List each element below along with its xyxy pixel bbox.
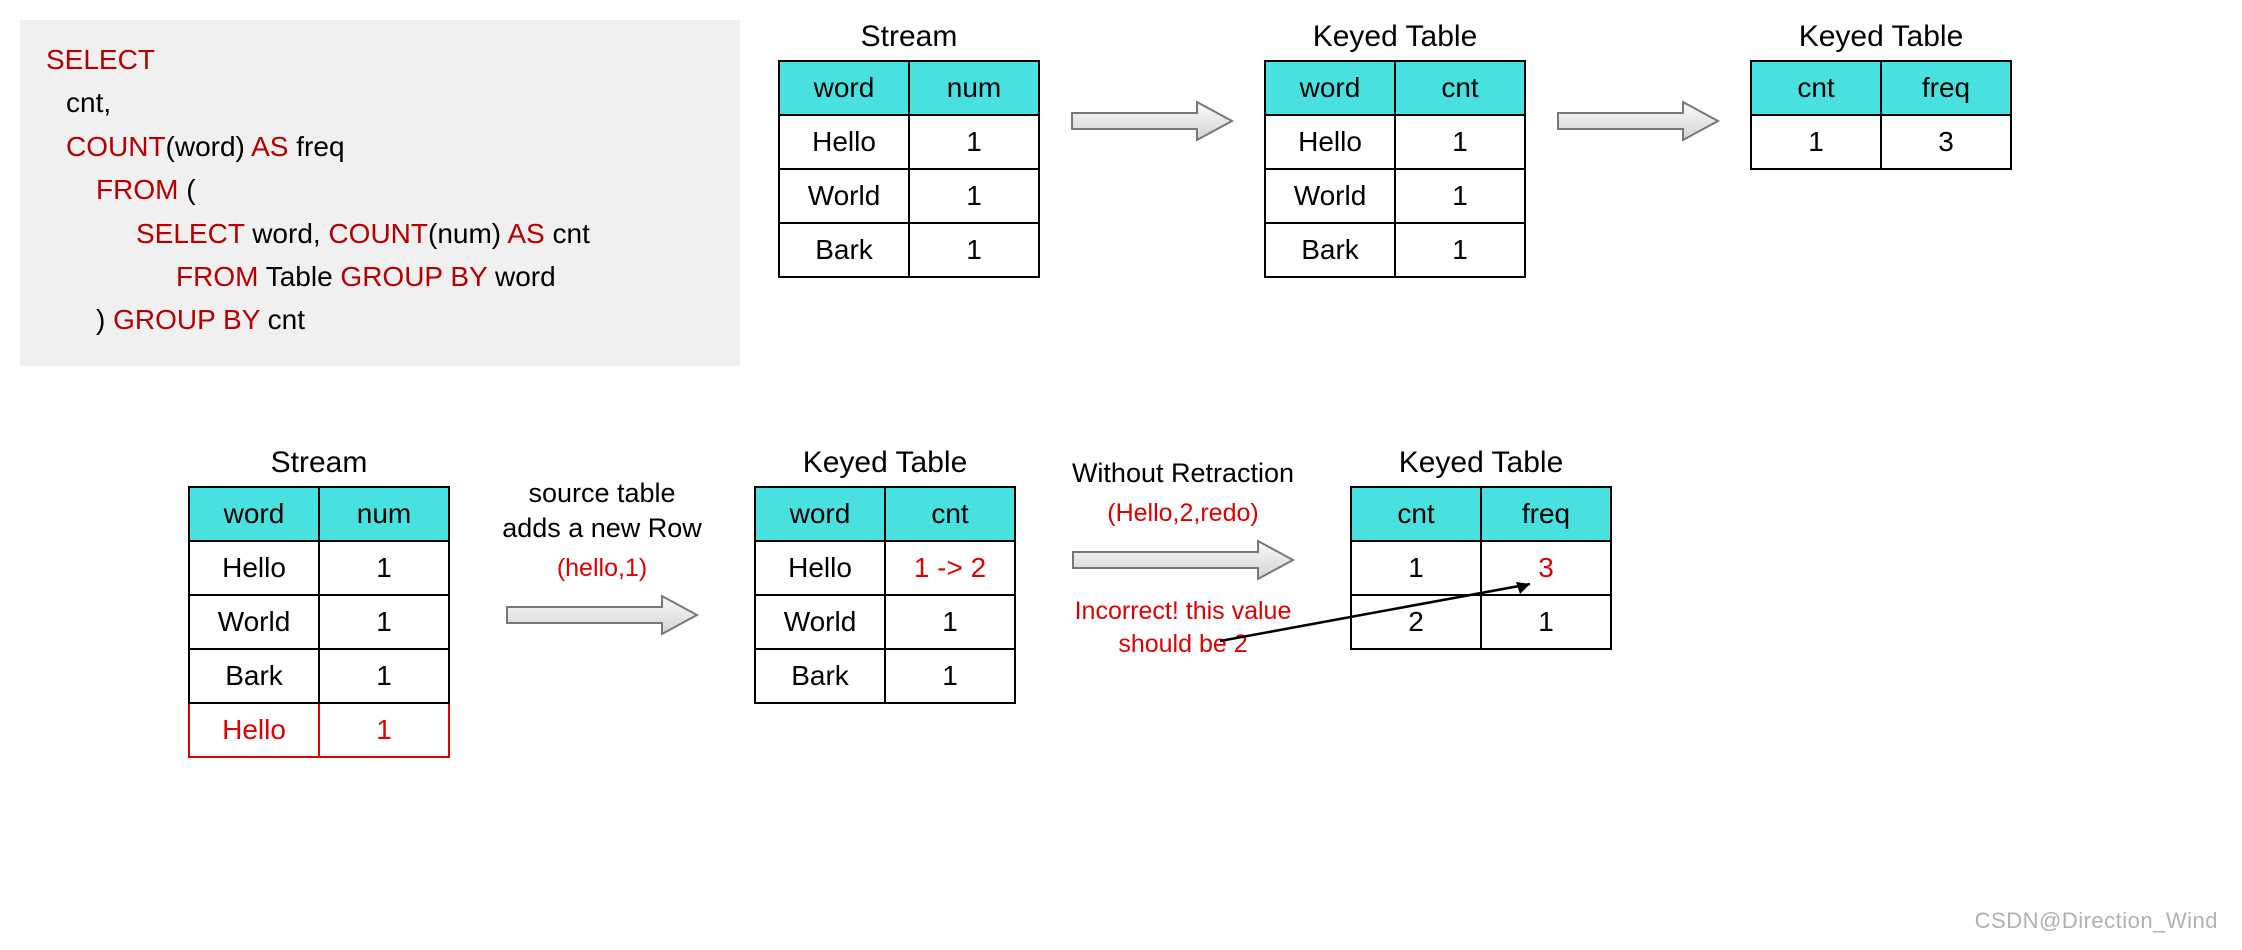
- table-title: Stream: [271, 446, 368, 480]
- sql-text: cnt,: [66, 87, 111, 118]
- sql-text: cnt: [260, 304, 305, 335]
- bottom-stream-table: Stream wordnum Hello1 World1 Bark1 Hello…: [188, 446, 450, 758]
- sql-kw: SELECT: [46, 44, 155, 75]
- col-header: cnt: [1751, 61, 1881, 115]
- sql-kw: FROM: [96, 174, 178, 205]
- flow-arrow: [1548, 20, 1728, 152]
- data-table: wordcnt Hello1 -> 2 World1 Bark1: [754, 486, 1016, 704]
- top-keyed2-table: Keyed Table cntfreq 13: [1750, 20, 2012, 170]
- col-header: word: [755, 487, 885, 541]
- sql-text: (word): [166, 131, 245, 162]
- sql-kw: FROM: [176, 261, 258, 292]
- data-table: wordcnt Hello1 World1 Bark1: [1264, 60, 1526, 278]
- cell: 1: [909, 223, 1039, 277]
- table-title: Stream: [861, 20, 958, 54]
- sql-text: cnt: [545, 218, 590, 249]
- flow-arrow: [1062, 20, 1242, 152]
- sql-text: freq: [288, 131, 344, 162]
- col-header: word: [189, 487, 319, 541]
- cell: 1: [885, 649, 1015, 703]
- col-header: freq: [1481, 487, 1611, 541]
- sql-text: (: [178, 174, 195, 205]
- arrow-caption: source tableadds a new Row: [502, 476, 702, 546]
- data-table: cntfreq 13: [1750, 60, 2012, 170]
- table-title: Keyed Table: [1313, 20, 1478, 54]
- cell: 1: [1395, 169, 1525, 223]
- cell: Hello: [779, 115, 909, 169]
- flow-arrow-source: source tableadds a new Row (hello,1): [472, 446, 732, 647]
- cell: Hello: [189, 541, 319, 595]
- arrow-caption-red: (Hello,2,redo): [1107, 497, 1258, 530]
- cell: 1: [319, 595, 449, 649]
- sql-kw: AS: [501, 218, 545, 249]
- sql-kw: AS: [245, 131, 289, 162]
- sql-query-block: SELECT cnt, COUNT(word) AS freq FROM ( S…: [20, 20, 740, 366]
- col-header: freq: [1881, 61, 2011, 115]
- sql-text: word,: [244, 218, 328, 249]
- arrow-caption-red: (hello,1): [557, 552, 647, 585]
- cell: 1: [909, 115, 1039, 169]
- cell: 1: [1751, 115, 1881, 169]
- cell: Hello: [755, 541, 885, 595]
- sql-kw: COUNT: [66, 131, 166, 162]
- bottom-keyed2-table: Keyed Table cntfreq 13 21: [1350, 446, 1612, 650]
- col-header: word: [779, 61, 909, 115]
- table-title: Keyed Table: [1399, 446, 1564, 480]
- col-header: cnt: [885, 487, 1015, 541]
- cell: World: [779, 169, 909, 223]
- cell: 1: [319, 541, 449, 595]
- annotation-arrow-icon: [1220, 576, 1550, 646]
- sql-kw: GROUP BY: [333, 261, 488, 292]
- cell: 1: [1395, 115, 1525, 169]
- col-header: num: [909, 61, 1039, 115]
- cell: Hello: [1265, 115, 1395, 169]
- cell: Bark: [779, 223, 909, 277]
- sql-text: (num): [428, 218, 501, 249]
- col-header: word: [1265, 61, 1395, 115]
- col-header: cnt: [1395, 61, 1525, 115]
- bottom-row: Stream wordnum Hello1 World1 Bark1 Hello…: [20, 446, 2222, 758]
- arrow-caption: Without Retraction: [1072, 456, 1294, 491]
- top-keyed1-table: Keyed Table wordcnt Hello1 World1 Bark1: [1264, 20, 1526, 278]
- sql-text: ): [96, 304, 105, 335]
- col-header: num: [319, 487, 449, 541]
- arrow-right-icon: [502, 590, 702, 640]
- data-table: wordnum Hello1 World1 Bark1: [778, 60, 1040, 278]
- top-stream-table: Stream wordnum Hello1 World1 Bark1: [778, 20, 1040, 278]
- sql-text: word: [487, 261, 555, 292]
- sql-kw: GROUP BY: [105, 304, 260, 335]
- table-title: Keyed Table: [1799, 20, 1964, 54]
- cell: Bark: [189, 649, 319, 703]
- cell: 1 -> 2: [885, 541, 1015, 595]
- cell: World: [189, 595, 319, 649]
- sql-kw: COUNT: [328, 218, 428, 249]
- top-row: SELECT cnt, COUNT(word) AS freq FROM ( S…: [20, 20, 2222, 366]
- cell: 1: [319, 649, 449, 703]
- cell: 1: [885, 595, 1015, 649]
- cell: 1: [319, 703, 449, 757]
- data-table: wordnum Hello1 World1 Bark1 Hello1: [188, 486, 450, 758]
- table-title: Keyed Table: [803, 446, 968, 480]
- watermark: CSDN@Direction_Wind: [1975, 908, 2218, 934]
- arrow-right-icon: [1553, 96, 1723, 146]
- cell: World: [1265, 169, 1395, 223]
- cell: 1: [1395, 223, 1525, 277]
- cell: Bark: [755, 649, 885, 703]
- cell: 3: [1881, 115, 2011, 169]
- bottom-keyed1-table: Keyed Table wordcnt Hello1 -> 2 World1 B…: [754, 446, 1016, 704]
- cell: Bark: [1265, 223, 1395, 277]
- arrow-right-icon: [1067, 96, 1237, 146]
- sql-kw: SELECT: [136, 218, 244, 249]
- cell: 1: [909, 169, 1039, 223]
- cell: Hello: [189, 703, 319, 757]
- cell: World: [755, 595, 885, 649]
- col-header: cnt: [1351, 487, 1481, 541]
- sql-text: Table: [258, 261, 332, 292]
